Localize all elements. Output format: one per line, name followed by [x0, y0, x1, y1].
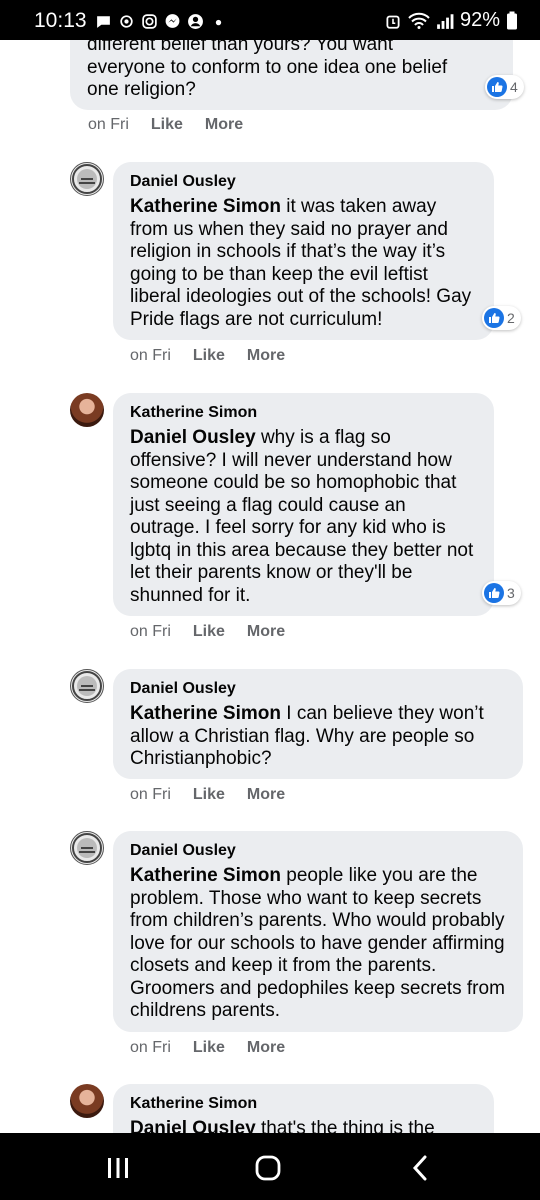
comment-timestamp[interactable]: on Fri: [88, 116, 129, 134]
like-button[interactable]: Like: [193, 1039, 225, 1057]
messages-icon: [97, 15, 110, 28]
reaction-count: 3: [507, 585, 515, 601]
comment-actions: on Fri Like More: [130, 1039, 285, 1057]
comment-actions: on Fri Like More: [130, 347, 285, 365]
comment-bubble[interactable]: Daniel Ousley Katherine Simon I can beli…: [113, 669, 523, 779]
comment-bubble[interactable]: Katherine Simon Daniel Ousley why is a f…: [113, 393, 494, 616]
back-icon: [412, 1155, 427, 1181]
more-button[interactable]: More: [247, 1039, 285, 1057]
status-bar: 10:13 92%: [0, 0, 540, 40]
seal-icon: [72, 833, 102, 863]
like-button[interactable]: Like: [193, 623, 225, 641]
comment-timestamp[interactable]: on Fri: [130, 623, 171, 641]
back-button[interactable]: [405, 1153, 435, 1183]
reaction-summary[interactable]: 3: [482, 581, 521, 605]
reaction-summary[interactable]: 4: [485, 75, 524, 99]
comment-line: everyone to conform to one idea one beli…: [87, 56, 448, 78]
comment-body: why is a flag so offensive? I will never…: [130, 427, 474, 606]
comment-text: Daniel Ousley that's the thing is the: [130, 1118, 478, 1133]
like-reaction-icon: [484, 583, 504, 603]
messenger-icon: [165, 13, 180, 28]
reaction-summary[interactable]: 2: [482, 306, 521, 330]
comment-actions: on Fri Like More: [130, 786, 285, 804]
user-avatar[interactable]: [70, 669, 104, 703]
wifi-icon: [408, 12, 430, 29]
home-button[interactable]: [253, 1153, 283, 1183]
comment-bubble[interactable]: Daniel Ousley Katherine Simon people lik…: [113, 831, 523, 1032]
comment-body: people like you are the problem. Those w…: [130, 865, 505, 1021]
dot-icon: [215, 19, 222, 25]
comment-timestamp[interactable]: on Fri: [130, 347, 171, 365]
navigation-bar: [0, 1133, 540, 1200]
comment-timestamp[interactable]: on Fri: [130, 1039, 171, 1057]
comment-line: one religion?: [87, 79, 196, 100]
comment-author[interactable]: Daniel Ousley: [130, 679, 507, 698]
status-time: 10:13: [34, 9, 87, 32]
user-avatar[interactable]: [70, 1084, 104, 1118]
signal-icon: [437, 13, 454, 29]
account-icon: [188, 13, 203, 29]
reaction-count: 4: [510, 79, 518, 95]
mention-link[interactable]: Daniel Ousley: [130, 1118, 256, 1133]
more-button[interactable]: More: [247, 786, 285, 804]
comment-thread[interactable]: different belief than yours? You want ev…: [0, 0, 540, 1133]
mention-link[interactable]: Katherine Simon: [130, 865, 281, 886]
like-button[interactable]: Like: [193, 786, 225, 804]
like-button[interactable]: Like: [193, 347, 225, 365]
more-button[interactable]: More: [247, 623, 285, 641]
comment-author[interactable]: Katherine Simon: [130, 403, 478, 422]
user-avatar[interactable]: [70, 393, 104, 427]
user-avatar[interactable]: [70, 831, 104, 865]
comment-actions: on Fri Like More: [130, 623, 285, 641]
battery-icon: [507, 11, 517, 29]
comment-text: Katherine Simon people like you are the …: [130, 865, 507, 1023]
mention-link[interactable]: Katherine Simon: [130, 703, 281, 724]
comment-text: Katherine Simon I can believe they won’t…: [130, 703, 507, 771]
comment-text: Daniel Ousley why is a flag so offensive…: [130, 427, 478, 607]
like-reaction-icon: [484, 308, 504, 328]
comment-bubble[interactable]: Daniel Ousley Katherine Simon it was tak…: [113, 162, 494, 340]
user-avatar[interactable]: [70, 162, 104, 196]
more-button[interactable]: More: [247, 347, 285, 365]
recents-icon: [108, 1158, 128, 1178]
mention-link[interactable]: Katherine Simon: [130, 196, 281, 217]
comment-actions: on Fri Like More: [88, 116, 243, 134]
mention-link[interactable]: Daniel Ousley: [130, 427, 256, 448]
recents-button[interactable]: [103, 1153, 133, 1183]
alarm-icon: [386, 15, 400, 29]
seal-icon: [72, 164, 102, 194]
comment-text: Katherine Simon it was taken away from u…: [130, 196, 478, 331]
comment-bubble[interactable]: Katherine Simon Daniel Ousley that's the…: [113, 1084, 494, 1133]
comment-author[interactable]: Daniel Ousley: [130, 172, 478, 191]
home-icon: [255, 1155, 281, 1181]
battery-percent: 92%: [459, 9, 500, 31]
more-button[interactable]: More: [205, 116, 243, 134]
hotspot-icon: [120, 14, 133, 28]
comment-timestamp[interactable]: on Fri: [130, 786, 171, 804]
seal-icon: [72, 671, 102, 701]
comment-author[interactable]: Katherine Simon: [130, 1094, 478, 1113]
comment-body: that's the thing is the: [260, 1118, 435, 1133]
comment-text: different belief than yours? You want ev…: [87, 34, 497, 102]
notification-icons: [95, 10, 227, 32]
like-reaction-icon: [487, 77, 507, 97]
like-button[interactable]: Like: [151, 116, 183, 134]
system-status: 92%: [384, 9, 518, 32]
reaction-count: 2: [507, 310, 515, 326]
comment-author[interactable]: Daniel Ousley: [130, 841, 507, 860]
instagram-icon: [142, 13, 157, 29]
